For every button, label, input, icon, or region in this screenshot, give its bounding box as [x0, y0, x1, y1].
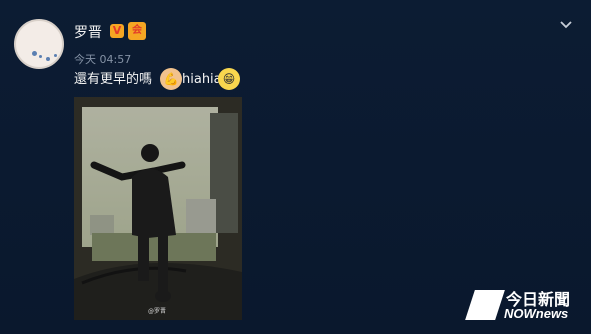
watermark-en: NOWnews	[504, 306, 569, 321]
member-badge-icon: 会	[128, 22, 146, 40]
post-text-part-2: hiahia	[182, 72, 222, 87]
post-photo[interactable]	[74, 97, 242, 320]
photo-scene	[74, 97, 242, 320]
author-name[interactable]: 罗晋	[74, 22, 102, 42]
nownews-logo-icon	[465, 290, 505, 320]
flex-arm-emoji-icon: 💪	[160, 68, 182, 90]
nownews-watermark: 今日新聞 NOWnews	[465, 286, 583, 322]
laugh-emoji-icon: 😁	[218, 68, 240, 90]
avatar[interactable]	[14, 19, 64, 69]
post-text-part-1: 還有更早的嗎	[74, 72, 153, 87]
photo-credit: @罗晋	[148, 308, 167, 315]
weibo-post-card: 罗晋 V 会 今天 04:57 還有更早的嗎 💪 hiahia 😁 @罗晋 今日…	[0, 0, 591, 334]
chevron-down-icon[interactable]	[558, 16, 574, 32]
verified-icon: V	[110, 24, 124, 38]
post-timestamp[interactable]: 今天 04:57	[74, 51, 131, 67]
